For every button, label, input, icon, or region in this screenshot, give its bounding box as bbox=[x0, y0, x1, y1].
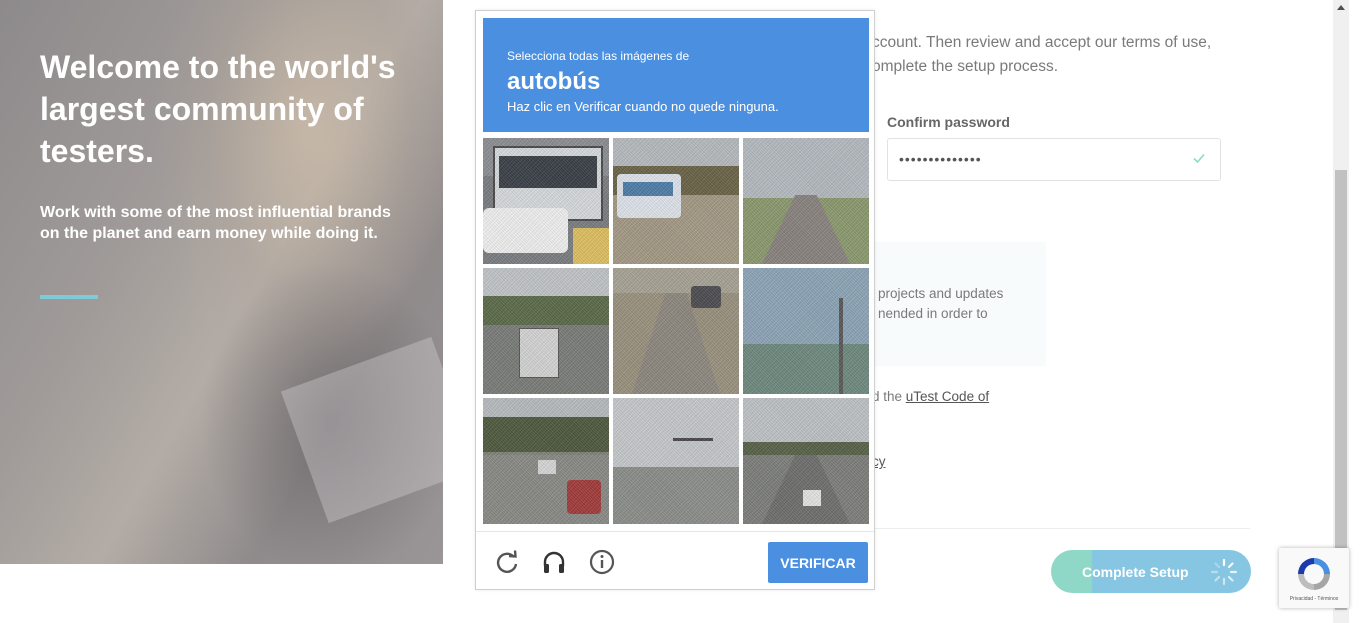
complete-setup-label: Complete Setup bbox=[1082, 564, 1189, 580]
audio-headphones-icon[interactable] bbox=[541, 549, 567, 575]
info-text: projects and updates nended in order to bbox=[878, 284, 1043, 324]
captcha-image-grid bbox=[483, 138, 869, 524]
form-divider bbox=[874, 528, 1250, 529]
hero-subtitle: Work with some of the most influential b… bbox=[40, 204, 391, 242]
captcha-tile-8[interactable] bbox=[613, 398, 739, 524]
intro-line-1: ccount. Then review and accept our terms… bbox=[872, 34, 1212, 51]
info-line-1: projects and updates bbox=[878, 286, 1004, 301]
notifications-info-box: projects and updates nended in order to bbox=[866, 242, 1046, 366]
scroll-up-arrow-icon[interactable] bbox=[1337, 5, 1345, 10]
hero-accent-rule bbox=[40, 295, 98, 299]
hero-panel: Welcome to the world's largest community… bbox=[0, 0, 443, 564]
info-line-2: nended in order to bbox=[878, 306, 988, 321]
page-scrollbar[interactable] bbox=[1333, 0, 1349, 623]
captcha-footer: VERIFICAR bbox=[476, 531, 874, 589]
captcha-tile-3[interactable] bbox=[743, 138, 869, 264]
code-of-conduct-line: d the uTest Code of bbox=[872, 389, 989, 404]
intro-line-2: omplete the setup process. bbox=[872, 58, 1059, 75]
recaptcha-badge[interactable]: Privacidad - Términos bbox=[1279, 548, 1349, 608]
recaptcha-logo-icon bbox=[1298, 558, 1330, 590]
captcha-tile-2[interactable] bbox=[613, 138, 739, 264]
captcha-tile-7[interactable] bbox=[483, 398, 609, 524]
captcha-target-object: autobús bbox=[507, 68, 601, 95]
scroll-thumb[interactable] bbox=[1335, 170, 1347, 610]
captcha-tile-9[interactable] bbox=[743, 398, 869, 524]
confirm-password-value: •••••••••••••• bbox=[899, 151, 982, 167]
confirm-password-field[interactable]: •••••••••••••• bbox=[887, 138, 1221, 181]
code-prefix: d the bbox=[872, 389, 906, 404]
captcha-challenge: Selecciona todas las imágenes de autobús… bbox=[475, 10, 875, 590]
page: Welcome to the world's largest community… bbox=[0, 0, 1366, 623]
reload-icon[interactable] bbox=[494, 549, 520, 575]
confirm-password-label: Confirm password bbox=[887, 114, 1010, 130]
captcha-instruction: Selecciona todas las imágenes de bbox=[507, 49, 690, 63]
captcha-header: Selecciona todas las imágenes de autobús… bbox=[483, 18, 869, 132]
captcha-tile-5[interactable] bbox=[613, 268, 739, 394]
setup-intro-text: ccount. Then review and accept our terms… bbox=[872, 31, 1242, 79]
captcha-tile-1[interactable] bbox=[483, 138, 609, 264]
captcha-hint: Haz clic en Verificar cuando no quede ni… bbox=[507, 99, 779, 114]
check-icon bbox=[1193, 153, 1205, 164]
loading-spinner-icon bbox=[1210, 558, 1238, 586]
verify-button[interactable]: VERIFICAR bbox=[768, 542, 868, 583]
info-icon[interactable] bbox=[589, 549, 615, 575]
captcha-tile-6[interactable] bbox=[743, 268, 869, 394]
hero-title: Welcome to the world's largest community… bbox=[40, 49, 396, 169]
captcha-tile-4[interactable] bbox=[483, 268, 609, 394]
recaptcha-badge-text[interactable]: Privacidad - Términos bbox=[1279, 596, 1349, 602]
code-of-conduct-link[interactable]: uTest Code of bbox=[906, 389, 989, 404]
complete-setup-button[interactable]: Complete Setup bbox=[1051, 550, 1251, 593]
